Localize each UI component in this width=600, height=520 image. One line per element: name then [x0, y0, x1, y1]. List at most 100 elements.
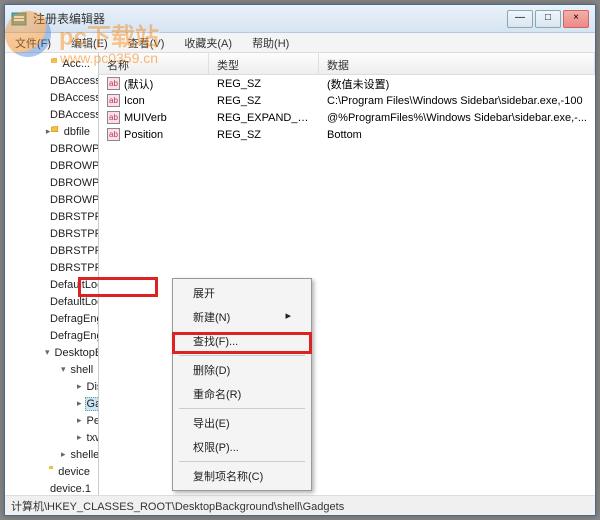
tree-label: DBRSTPRX.AsProxy: [48, 211, 98, 223]
cm-delete[interactable]: 删除(D): [175, 358, 309, 382]
tree-label: txwbdes: [85, 432, 98, 444]
tree-row[interactable]: DBRSTPRX.AsServer: [5, 242, 98, 259]
tree-row[interactable]: DefaultLocationApi.1: [5, 293, 98, 310]
tree-expander-icon[interactable]: ▸: [77, 432, 82, 443]
tree-expander-icon[interactable]: ▸: [61, 449, 66, 460]
value-type: REG_SZ: [209, 78, 319, 90]
cm-rename[interactable]: 重命名(R): [175, 382, 309, 406]
col-name[interactable]: 名称: [99, 53, 209, 74]
tree-label: device: [56, 466, 92, 478]
tree-label: DBRSTPRX.AsServer: [48, 245, 98, 257]
close-button[interactable]: ×: [563, 10, 589, 28]
cm-export[interactable]: 导出(E): [175, 411, 309, 435]
tree-row[interactable]: DefragEngine.Defrag: [5, 310, 98, 327]
tree-row[interactable]: device.1: [5, 480, 98, 495]
status-path: 计算机\HKEY_CLASSES_ROOT\DesktopBackground\…: [11, 498, 344, 514]
tree-label: shell: [69, 364, 96, 376]
value-data: @%ProgramFiles%\Windows Sidebar\sidebar.…: [319, 112, 595, 124]
folder-icon: [51, 58, 58, 70]
cm-sep2: [179, 408, 305, 409]
tree-row[interactable]: device: [5, 463, 98, 480]
tree-row[interactable]: DBAccess11.clsDbTe: [5, 89, 98, 106]
value-name: Icon: [124, 95, 145, 107]
value-name: (默认): [124, 76, 153, 92]
value-data: (数值未设置): [319, 76, 595, 92]
cm-expand[interactable]: 展开: [175, 281, 309, 305]
tree-label: Personal: [85, 415, 98, 427]
tree-label: Acc...: [60, 58, 92, 70]
tree-row[interactable]: DBRSTPRX.AsProxy: [5, 208, 98, 225]
value-type-icon: ab: [107, 94, 120, 107]
tree-label: DBROWPRX.AsProxy: [48, 143, 98, 155]
tree-label: DBRSTPRX.AsServer.1: [48, 262, 98, 274]
tree-expander-icon[interactable]: ▸: [77, 398, 82, 409]
tree-row[interactable]: DBROWPRX.AsServer.: [5, 191, 98, 208]
tree-expander-icon[interactable]: ▾: [45, 347, 50, 358]
tree-label: DBROWPRX.AsServer.: [48, 194, 98, 206]
menu-help[interactable]: 帮助(H): [246, 33, 295, 53]
menubar: 文件(F) 编辑(E) 查看(V) 收藏夹(A) 帮助(H): [5, 33, 595, 53]
tree-row[interactable]: ▸dbfile: [5, 123, 98, 140]
tree-row[interactable]: ▸shellex: [5, 446, 98, 463]
cm-sep1: [179, 355, 305, 356]
tree-row[interactable]: DBRSTPRX.AsServer.1: [5, 259, 98, 276]
value-row[interactable]: abMUIVerbREG_EXPAND_SZ@%ProgramFiles%\Wi…: [99, 109, 595, 126]
tree-label: DesktopBackground: [53, 347, 98, 359]
tree-row[interactable]: DBROWPRX.AsProxy: [5, 140, 98, 157]
cm-sep3: [179, 461, 305, 462]
value-name: Position: [124, 129, 163, 141]
tree-label: DefaultLocationApi.1: [48, 296, 98, 308]
cm-new[interactable]: 新建(N) ▸: [175, 305, 309, 329]
value-type: REG_SZ: [209, 95, 319, 107]
tree-row[interactable]: Acc...: [5, 55, 98, 72]
tree-label: DBROWPRX.AsServer: [48, 177, 98, 189]
titlebar[interactable]: 注册表编辑器 — □ ×: [5, 5, 595, 33]
folder-icon: [51, 126, 58, 138]
menu-edit[interactable]: 编辑(E): [65, 33, 114, 53]
tree-label: DefragEngine.Defrag: [48, 330, 98, 342]
cm-find[interactable]: 查找(F)...: [175, 329, 309, 353]
tree-label: DBRSTPRX.AsProxy.1: [48, 228, 98, 240]
tree-row[interactable]: ▸Gadgets: [5, 395, 98, 412]
context-menu: 展开 新建(N) ▸ 查找(F)... 删除(D) 重命名(R) 导出(E) 权…: [172, 278, 312, 491]
tree-row[interactable]: DefragEngine.Defrag: [5, 327, 98, 344]
tree-label: DBROWPRX.AsProxy.1: [48, 160, 98, 172]
tree-label: shellex: [69, 449, 98, 461]
value-type: REG_SZ: [209, 129, 319, 141]
tree-row[interactable]: DBAccess11.clsXmlFil: [5, 106, 98, 123]
menu-favorites[interactable]: 收藏夹(A): [178, 33, 238, 53]
tree-expander-icon[interactable]: ▸: [77, 415, 82, 426]
tree-row[interactable]: ▸txwbdes: [5, 429, 98, 446]
maximize-button[interactable]: □: [535, 10, 561, 28]
tree-label: DBAccess11.clsXmlFil: [48, 109, 98, 121]
value-row[interactable]: ab(默认)REG_SZ(数值未设置): [99, 75, 595, 92]
minimize-button[interactable]: —: [507, 10, 533, 28]
tree-row[interactable]: ▸Display: [5, 378, 98, 395]
tree-row[interactable]: DBAccess11.clsDaoTe: [5, 72, 98, 89]
tree-row[interactable]: DBROWPRX.AsServer: [5, 174, 98, 191]
tree-label: DefragEngine.Defrag: [48, 313, 98, 325]
cm-permissions[interactable]: 权限(P)...: [175, 435, 309, 459]
col-type[interactable]: 类型: [209, 53, 319, 74]
cm-copyname[interactable]: 复制项名称(C): [175, 464, 309, 488]
tree-row[interactable]: ▾DesktopBackground: [5, 344, 98, 361]
tree-expander-icon[interactable]: ▾: [61, 364, 66, 375]
value-type-icon: ab: [107, 128, 120, 141]
value-row[interactable]: ab Position REG_SZBottom: [99, 126, 595, 143]
folder-icon: [49, 466, 53, 478]
tree-row[interactable]: DBRSTPRX.AsProxy.1: [5, 225, 98, 242]
col-data[interactable]: 数据: [319, 53, 595, 74]
value-row[interactable]: abIconREG_SZC:\Program Files\Windows Sid…: [99, 92, 595, 109]
value-data: Bottom: [319, 129, 595, 141]
tree-expander-icon[interactable]: ▸: [77, 381, 82, 392]
tree-row[interactable]: ▸Personal: [5, 412, 98, 429]
registry-tree: Acc... DBAccess11.clsDaoTe DBAccess11.clsD…: [5, 53, 98, 495]
menu-view[interactable]: 查看(V): [122, 33, 171, 53]
column-headers: 名称 类型 数据: [99, 53, 595, 75]
tree-scroll[interactable]: Acc... DBAccess11.clsDaoTe DBAccess11.clsD…: [5, 53, 98, 495]
tree-row[interactable]: DBROWPRX.AsProxy.1: [5, 157, 98, 174]
tree-label: DBAccess11.clsDbTe: [48, 92, 98, 104]
menu-file[interactable]: 文件(F): [9, 33, 57, 53]
tree-row[interactable]: ▾shell: [5, 361, 98, 378]
tree-row[interactable]: DefaultLocationApi: [5, 276, 98, 293]
